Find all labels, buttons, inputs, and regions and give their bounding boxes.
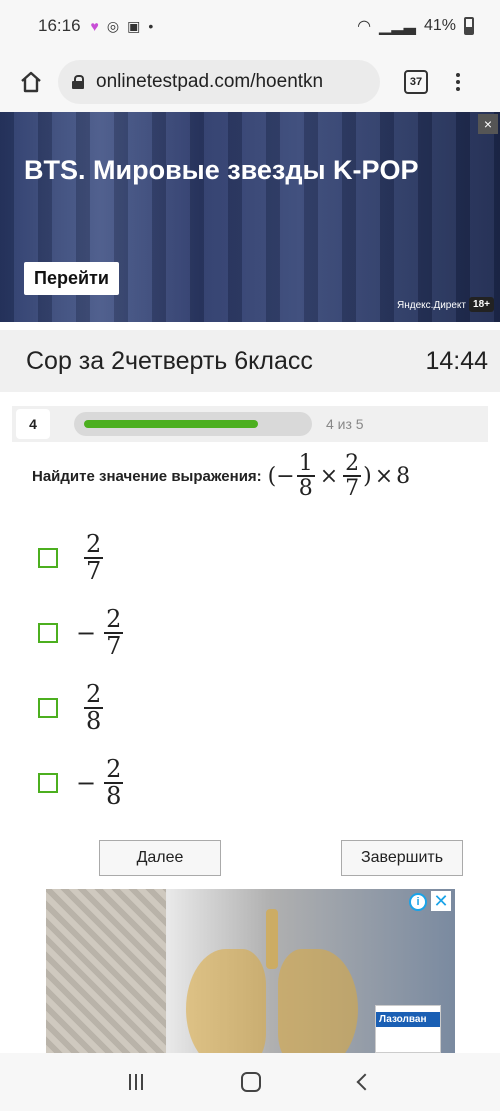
- recent-apps-icon: [135, 1074, 137, 1090]
- back-nav-button[interactable]: [356, 1073, 374, 1091]
- top-ad-banner[interactable]: × BTS. Мировые звезды K-POP Перейти Янде…: [0, 112, 500, 322]
- ad-product-label: Лазолван: [376, 1012, 440, 1027]
- answer-option[interactable]: 2 8: [38, 680, 105, 735]
- heart-notification-icon: ♥: [90, 18, 99, 34]
- expr-close: ): [363, 463, 372, 489]
- answer-sign: −: [76, 768, 97, 797]
- progress-text: 4 из 5: [326, 416, 364, 432]
- question-prompt: Найдите значение выражения:: [32, 467, 262, 485]
- fraction-numerator: 2: [106, 755, 122, 783]
- answer-checkbox[interactable]: [38, 697, 58, 718]
- signal-icon: ▁▂▃: [379, 18, 416, 35]
- ad-lung-left-image: [186, 949, 266, 1053]
- answer-option[interactable]: − 2 8: [38, 755, 125, 810]
- gallery-icon: ▣: [127, 17, 141, 34]
- fraction-denominator: 8: [86, 706, 102, 735]
- fraction-numerator: 2: [86, 530, 102, 558]
- progress-bar-fill: [84, 420, 258, 428]
- answer-fraction: 2 7: [104, 605, 124, 660]
- fraction-numerator: 1: [298, 451, 313, 477]
- bottom-ad-banner[interactable]: i ✕ Лазолван: [46, 889, 455, 1053]
- dot-icon: •: [148, 18, 154, 34]
- expr-fraction-2: 2 7: [343, 451, 362, 501]
- fraction-denominator: 8: [106, 781, 122, 810]
- expr-fraction-1: 1 8: [296, 451, 315, 501]
- ad-age-badge: 18+: [469, 297, 494, 312]
- recent-apps-icon: [141, 1074, 143, 1090]
- answer-fraction: 2 8: [104, 755, 124, 810]
- fraction-denominator: 7: [86, 556, 102, 585]
- instagram-icon: ◎: [106, 17, 120, 34]
- fraction-denominator: 8: [298, 475, 313, 501]
- recent-apps-button[interactable]: [129, 1074, 143, 1090]
- ad-close-icon[interactable]: ✕: [431, 891, 451, 911]
- ad-cta-button[interactable]: Перейти: [24, 262, 119, 295]
- expr-times: ×: [374, 463, 394, 489]
- home-button[interactable]: [14, 65, 48, 99]
- answer-value: 2 7: [76, 530, 105, 585]
- browser-toolbar: onlinetestpad.com/hoentkn 37: [0, 52, 500, 112]
- answer-option[interactable]: − 2 7: [38, 605, 125, 660]
- answer-fraction: 2 7: [84, 530, 104, 585]
- question-expression: (− 1 8 × 2 7 ) × 8: [268, 452, 411, 500]
- status-time: 16:16: [38, 16, 81, 35]
- ad-trachea-image: [266, 909, 278, 969]
- fraction-numerator: 2: [345, 451, 360, 477]
- ad-info-icon[interactable]: i: [409, 893, 427, 911]
- lock-icon: [72, 75, 84, 89]
- finish-button[interactable]: Завершить: [341, 840, 463, 876]
- answer-value: − 2 8: [76, 755, 125, 810]
- menu-dot-icon: [456, 87, 460, 91]
- expr-times: ×: [319, 463, 339, 489]
- expr-open: (−: [267, 463, 295, 489]
- ad-close-button[interactable]: ×: [478, 114, 498, 134]
- fraction-denominator: 7: [106, 631, 122, 660]
- wifi-icon: ◠: [357, 18, 372, 35]
- fraction-numerator: 2: [106, 605, 122, 633]
- recent-apps-icon: [129, 1074, 131, 1090]
- answer-checkbox[interactable]: [38, 772, 58, 793]
- answer-checkbox[interactable]: [38, 547, 58, 568]
- ad-title: BTS. Мировые звезды K-POP: [24, 155, 419, 185]
- battery-icon: [464, 17, 474, 35]
- test-timer: 14:44: [425, 346, 488, 375]
- ad-source-label: Яндекс.Директ: [397, 300, 466, 311]
- test-title: Сор за 2четверть 6класс: [26, 346, 313, 375]
- fraction-numerator: 2: [86, 680, 102, 708]
- url-text: onlinetestpad.com/hoentkn: [96, 71, 324, 92]
- question: Найдите значение выражения: (− 1 8 × 2 7…: [32, 446, 410, 506]
- system-nav-bar: [0, 1053, 500, 1111]
- next-button[interactable]: Далее: [99, 840, 221, 876]
- menu-button[interactable]: [456, 73, 460, 91]
- answer-fraction: 2 8: [84, 680, 104, 735]
- answer-value: − 2 7: [76, 605, 125, 660]
- progress-bar: [74, 412, 312, 436]
- tabs-button[interactable]: 37: [404, 70, 428, 94]
- answer-checkbox[interactable]: [38, 622, 58, 643]
- home-nav-button[interactable]: [241, 1072, 261, 1092]
- progress-row: 4 4 из 5: [12, 406, 488, 442]
- answer-sign: −: [76, 618, 97, 647]
- fraction-denominator: 7: [345, 475, 360, 501]
- home-icon: [21, 71, 41, 93]
- menu-dot-icon: [456, 80, 460, 84]
- test-header: Сор за 2четверть 6класс 14:44: [0, 330, 500, 392]
- ad-scarf-image: [46, 889, 166, 1053]
- answer-value: 2 8: [76, 680, 105, 735]
- status-bar: 16:16 ♥ ◎ ▣ • ◠ ▁▂▃ 41%: [0, 0, 500, 52]
- answer-option[interactable]: 2 7: [38, 530, 105, 585]
- menu-dot-icon: [456, 73, 460, 77]
- ad-product-box: Лазолван: [375, 1005, 441, 1053]
- battery-percent: 41%: [423, 17, 456, 34]
- address-bar[interactable]: onlinetestpad.com/hoentkn: [58, 60, 380, 104]
- question-number-badge: 4: [16, 409, 50, 439]
- expr-last: 8: [396, 463, 411, 489]
